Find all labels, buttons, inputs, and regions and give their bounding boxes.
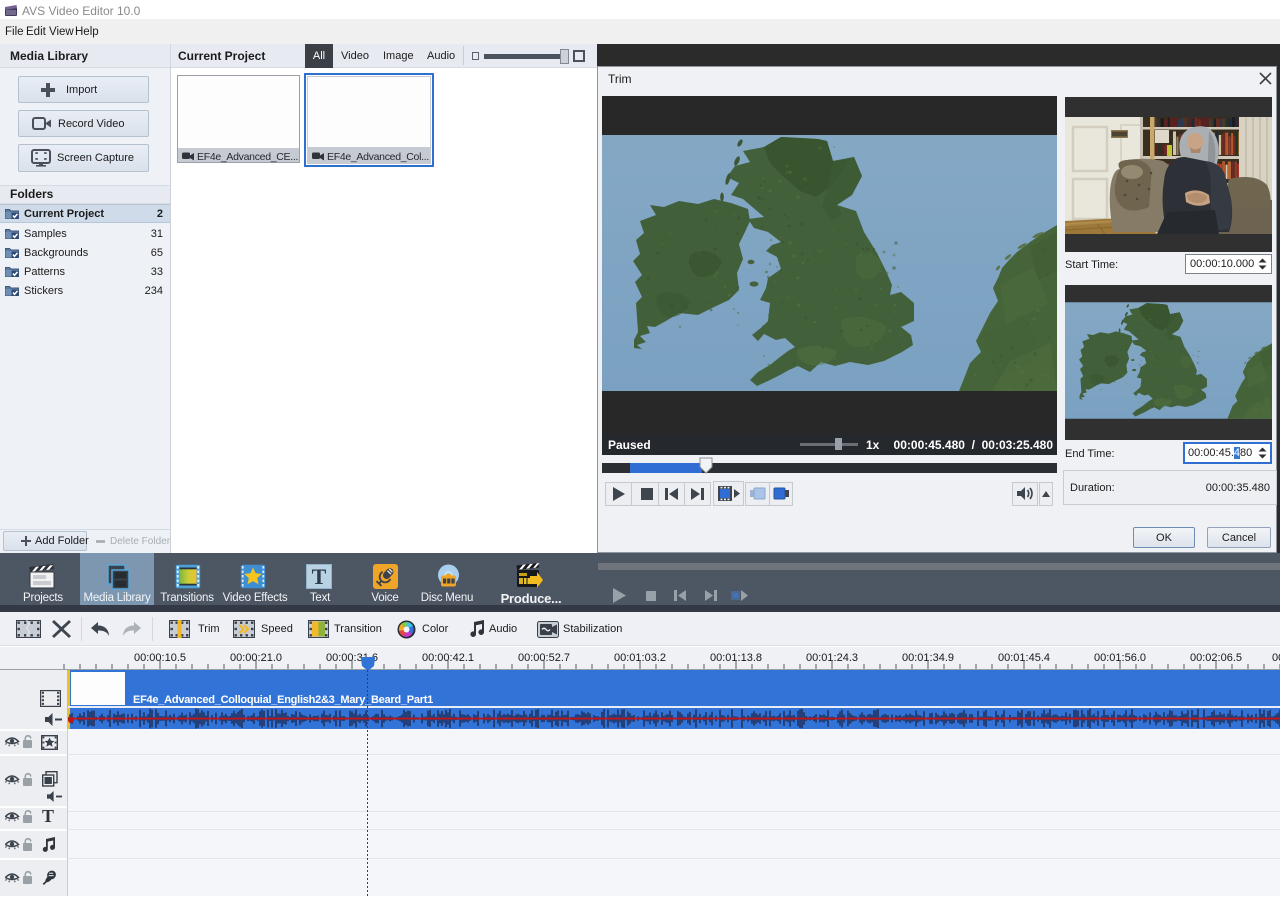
svg-text:T: T xyxy=(312,564,327,589)
